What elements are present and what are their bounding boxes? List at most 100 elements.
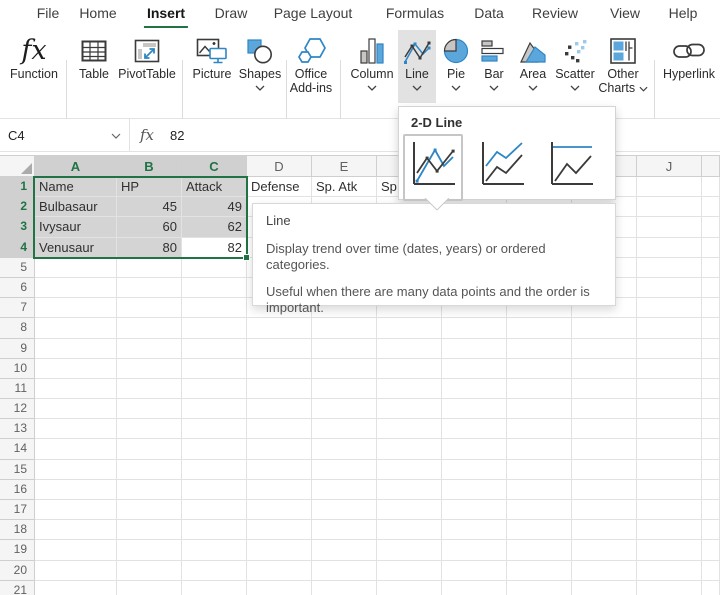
cell-D16[interactable] xyxy=(247,480,312,500)
cell-C20[interactable] xyxy=(182,561,247,581)
cell-J21[interactable] xyxy=(637,581,702,595)
cell-G13[interactable] xyxy=(442,419,507,439)
cell-C7[interactable] xyxy=(182,298,247,318)
cell-I20[interactable] xyxy=(572,561,637,581)
column-header-A[interactable]: A xyxy=(35,156,117,177)
column-header-J[interactable]: J xyxy=(637,156,702,177)
row-header-9[interactable]: 9 xyxy=(0,339,35,359)
cell-J3[interactable] xyxy=(637,217,702,237)
cell-E15[interactable] xyxy=(312,460,377,480)
cell-G8[interactable] xyxy=(442,318,507,338)
cell-J4[interactable] xyxy=(637,238,702,258)
cell-H14[interactable] xyxy=(507,439,572,459)
cell-J7[interactable] xyxy=(637,298,702,318)
cell-B21[interactable] xyxy=(117,581,182,595)
cell-I17[interactable] xyxy=(572,500,637,520)
cell-partial[interactable] xyxy=(702,177,720,197)
cell-I15[interactable] xyxy=(572,460,637,480)
cell-J11[interactable] xyxy=(637,379,702,399)
cell-F13[interactable] xyxy=(377,419,442,439)
cell-C14[interactable] xyxy=(182,439,247,459)
menu-tab-data[interactable]: Data xyxy=(471,5,507,26)
cell-E12[interactable] xyxy=(312,399,377,419)
cell-B16[interactable] xyxy=(117,480,182,500)
row-header-7[interactable]: 7 xyxy=(0,298,35,318)
row-header-11[interactable]: 11 xyxy=(0,379,35,399)
cell-E9[interactable] xyxy=(312,339,377,359)
cell-B11[interactable] xyxy=(117,379,182,399)
row-header-13[interactable]: 13 xyxy=(0,419,35,439)
menu-tab-view[interactable]: View xyxy=(607,5,643,26)
column-header-B[interactable]: B xyxy=(117,156,182,177)
cell-E18[interactable] xyxy=(312,520,377,540)
cell-B19[interactable] xyxy=(117,540,182,560)
cell-F15[interactable] xyxy=(377,460,442,480)
cell-B5[interactable] xyxy=(117,258,182,278)
other-charts-button[interactable]: Other Charts xyxy=(598,30,648,103)
cell-E10[interactable] xyxy=(312,359,377,379)
cell-A18[interactable] xyxy=(35,520,117,540)
cell-F18[interactable] xyxy=(377,520,442,540)
bar-chart-button[interactable]: Bar xyxy=(476,30,512,103)
cell-C8[interactable] xyxy=(182,318,247,338)
cell-B8[interactable] xyxy=(117,318,182,338)
cell-B4[interactable]: 80 xyxy=(117,238,182,258)
row-header-6[interactable]: 6 xyxy=(0,278,35,298)
cell-B9[interactable] xyxy=(117,339,182,359)
cell-E13[interactable] xyxy=(312,419,377,439)
column-chart-button[interactable]: Column xyxy=(346,30,398,103)
cell-J8[interactable] xyxy=(637,318,702,338)
cell-G16[interactable] xyxy=(442,480,507,500)
cell-C6[interactable] xyxy=(182,278,247,298)
cell-B3[interactable]: 60 xyxy=(117,217,182,237)
cell-D12[interactable] xyxy=(247,399,312,419)
cell-I21[interactable] xyxy=(572,581,637,595)
cell-A3[interactable]: Ivysaur xyxy=(35,217,117,237)
cell-J1[interactable] xyxy=(637,177,702,197)
cell-A7[interactable] xyxy=(35,298,117,318)
row-header-10[interactable]: 10 xyxy=(0,359,35,379)
cell-C10[interactable] xyxy=(182,359,247,379)
pivottable-button[interactable]: PivotTable xyxy=(114,30,180,103)
cell-J16[interactable] xyxy=(637,480,702,500)
cell-F20[interactable] xyxy=(377,561,442,581)
cell-J13[interactable] xyxy=(637,419,702,439)
cell-B10[interactable] xyxy=(117,359,182,379)
row-header-18[interactable]: 18 xyxy=(0,520,35,540)
cell-F10[interactable] xyxy=(377,359,442,379)
option-line-chart[interactable] xyxy=(403,134,463,201)
cell-C21[interactable] xyxy=(182,581,247,595)
cell-G19[interactable] xyxy=(442,540,507,560)
cell-E19[interactable] xyxy=(312,540,377,560)
cell-D9[interactable] xyxy=(247,339,312,359)
cell-partial[interactable] xyxy=(702,258,720,278)
cell-E21[interactable] xyxy=(312,581,377,595)
cell-F16[interactable] xyxy=(377,480,442,500)
row-header-15[interactable]: 15 xyxy=(0,460,35,480)
row-header-1[interactable]: 1 xyxy=(0,177,35,197)
cell-G10[interactable] xyxy=(442,359,507,379)
cell-J9[interactable] xyxy=(637,339,702,359)
cell-A11[interactable] xyxy=(35,379,117,399)
cell-partial[interactable] xyxy=(702,480,720,500)
row-header-8[interactable]: 8 xyxy=(0,318,35,338)
cell-G20[interactable] xyxy=(442,561,507,581)
row-header-20[interactable]: 20 xyxy=(0,561,35,581)
cell-D13[interactable] xyxy=(247,419,312,439)
cell-partial[interactable] xyxy=(702,197,720,217)
cell-G11[interactable] xyxy=(442,379,507,399)
table-button[interactable]: Table xyxy=(72,30,116,103)
cell-J20[interactable] xyxy=(637,561,702,581)
cell-H17[interactable] xyxy=(507,500,572,520)
cell-A6[interactable] xyxy=(35,278,117,298)
cell-G17[interactable] xyxy=(442,500,507,520)
cell-D15[interactable] xyxy=(247,460,312,480)
cell-A2[interactable]: Bulbasaur xyxy=(35,197,117,217)
cell-D20[interactable] xyxy=(247,561,312,581)
cell-D14[interactable] xyxy=(247,439,312,459)
cell-B6[interactable] xyxy=(117,278,182,298)
cell-C12[interactable] xyxy=(182,399,247,419)
cell-J19[interactable] xyxy=(637,540,702,560)
row-header-17[interactable]: 17 xyxy=(0,500,35,520)
menu-tab-review[interactable]: Review xyxy=(529,5,581,26)
